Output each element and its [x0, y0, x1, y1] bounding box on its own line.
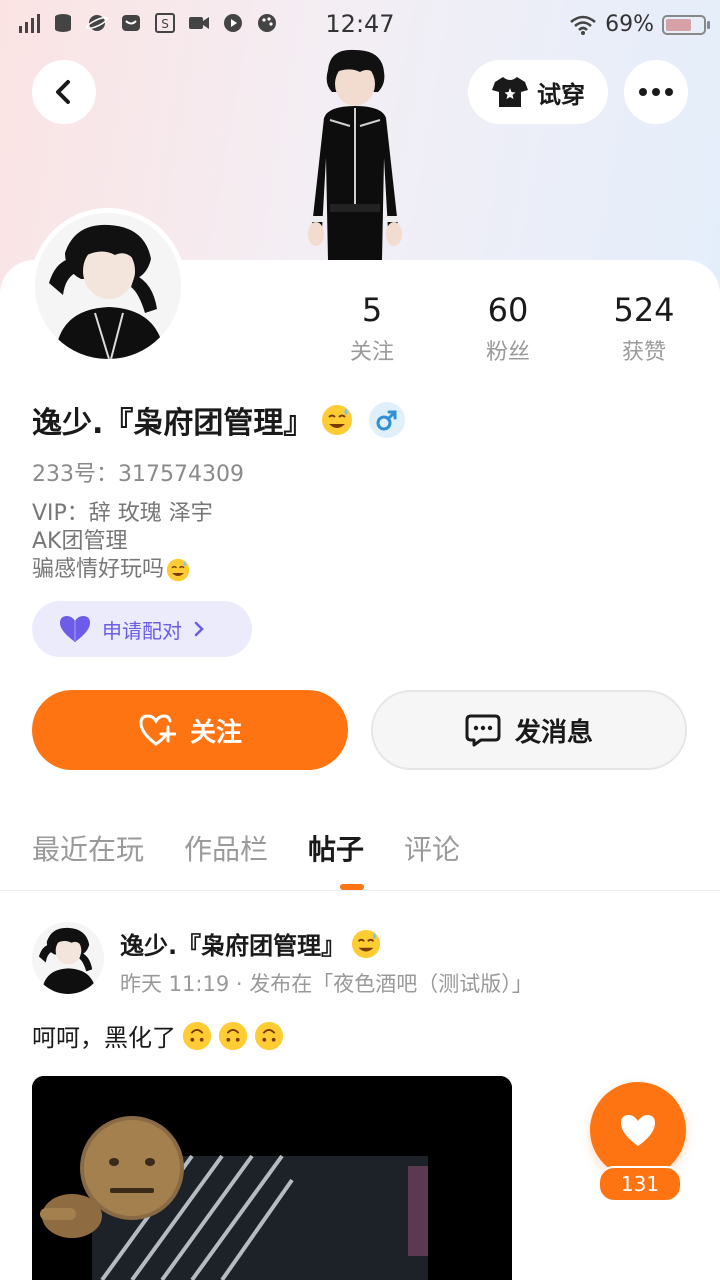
upside-down-face-emoji-icon: [254, 1021, 284, 1050]
tab-works[interactable]: 作品栏: [184, 828, 268, 868]
tab-comments[interactable]: 评论: [404, 828, 460, 868]
stat-value: 524: [613, 291, 675, 329]
avatar-illustration: [35, 213, 181, 359]
male-icon: [376, 410, 397, 431]
upside-down-face-emoji-icon: [218, 1021, 248, 1050]
wifi-icon: [570, 15, 596, 35]
post-text: 呵呵，黑化了: [32, 1024, 176, 1052]
send-message-label: 发消息: [514, 717, 593, 748]
bio-line-text: VIP：辞 玫瑰 泽宇: [32, 501, 213, 526]
stat-following[interactable]: 5 关注: [307, 290, 437, 366]
heart-icon: [621, 1115, 655, 1146]
profile-name-row: 逸少.『枭府团管理』: [32, 398, 406, 442]
like-count: 131: [598, 1166, 682, 1202]
gender-badge: [369, 402, 406, 438]
bio-line: 骗感情好玩吗: [32, 556, 213, 584]
stat-value: 5: [361, 291, 383, 329]
battery-percent: 69%: [605, 12, 654, 37]
tryon-label: 试穿: [537, 80, 585, 109]
chat-bubble-icon: [465, 714, 501, 747]
avatar-image: [35, 213, 181, 359]
user-id: 233号：317574309: [32, 456, 244, 488]
more-dots-icon: [639, 88, 673, 96]
user-id-value: 317574309: [118, 462, 244, 487]
bio-line: AK团管理: [32, 528, 213, 556]
sweat-smile-emoji-icon: [166, 558, 190, 582]
post-author-row[interactable]: 逸少.『枭府团管理』: [120, 926, 381, 961]
status-bar: S 12:47 69%: [0, 0, 720, 50]
post-image-content: [32, 1076, 512, 1280]
apply-match-label: 申请配对: [102, 618, 182, 643]
bio-line-text: 骗感情好玩吗: [32, 557, 165, 582]
stat-label: 粉丝: [485, 340, 530, 365]
upside-down-face-emoji-icon: [182, 1021, 212, 1050]
follow-button[interactable]: 关注: [32, 690, 348, 770]
apply-match-button[interactable]: 申请配对: [32, 601, 252, 657]
tabs-divider: [0, 890, 720, 891]
status-right: 69%: [569, 12, 710, 37]
like-button[interactable]: [590, 1082, 686, 1178]
post-text-row: 呵呵，黑化了: [32, 1018, 284, 1053]
tab-recently-played[interactable]: 最近在玩: [32, 828, 144, 868]
tab-posts[interactable]: 帖子: [308, 828, 364, 868]
stat-label: 获赞: [621, 340, 666, 365]
stat-followers[interactable]: 60 粉丝: [443, 290, 573, 366]
post-meta[interactable]: 昨天 11:19 · 发布在「夜色酒吧（测试版）」: [120, 968, 533, 998]
post-author-avatar[interactable]: [32, 922, 104, 994]
sweat-smile-emoji-icon: [322, 405, 353, 435]
battery-icon: [662, 14, 710, 35]
send-message-button[interactable]: 发消息: [371, 690, 687, 770]
profile-avatar[interactable]: [30, 208, 186, 364]
bio-line: VIP：辞 玫瑰 泽宇: [32, 500, 213, 528]
stat-value: 60: [487, 291, 529, 329]
follow-label: 关注: [189, 717, 242, 748]
sweat-smile-emoji-icon: [352, 929, 381, 958]
profile-tabs: 最近在玩 作品栏 帖子 评论: [32, 828, 460, 868]
profile-name: 逸少.『枭府团管理』: [32, 406, 314, 441]
stat-likes[interactable]: 524 获赞: [579, 290, 709, 366]
heart-icon: [60, 616, 90, 642]
battery-fill: [666, 18, 691, 31]
tryon-button[interactable]: 试穿: [468, 60, 608, 124]
profile-bio: VIP：辞 玫瑰 泽宇 AK团管理 骗感情好玩吗: [32, 500, 213, 584]
heart-plus-icon: [139, 714, 176, 746]
post-image[interactable]: [32, 1076, 512, 1280]
post-author-name: 逸少.『枭府团管理』: [120, 932, 346, 960]
avatar-figure: [308, 49, 402, 260]
user-id-label: 233号：: [32, 462, 118, 487]
chevron-right-icon: [194, 621, 204, 637]
back-button[interactable]: [32, 60, 96, 124]
stat-label: 关注: [349, 340, 394, 365]
bio-line-text: AK团管理: [32, 529, 128, 554]
tshirt-icon: [492, 77, 528, 107]
more-button[interactable]: [624, 60, 688, 124]
avatar-illustration: [32, 922, 104, 994]
chevron-left-icon: [56, 80, 70, 104]
